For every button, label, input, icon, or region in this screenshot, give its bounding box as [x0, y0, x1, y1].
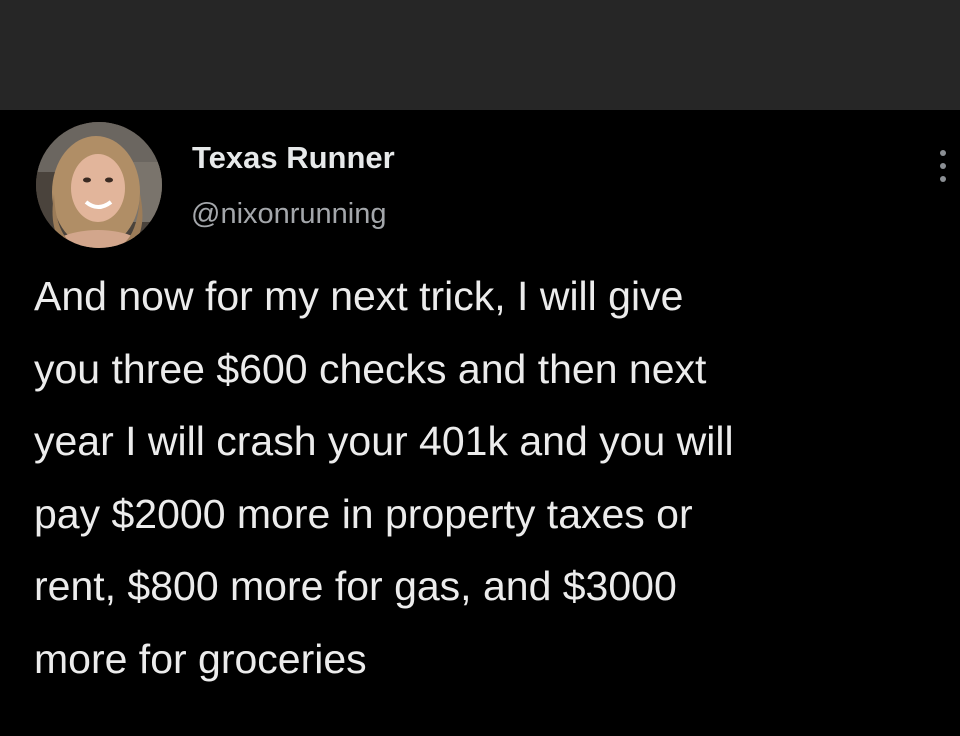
more-options-icon[interactable] [930, 146, 956, 186]
profile-photo-icon [36, 122, 162, 248]
more-dot [940, 163, 946, 169]
tweet-text-line: more for groceries [34, 635, 367, 682]
display-name[interactable]: Texas Runner [192, 140, 395, 176]
tweet-text-line: And now for my next trick, I will give [34, 273, 684, 319]
more-dot [940, 150, 946, 156]
tweet-text: And now for my next trick, I will give y… [34, 260, 960, 695]
user-handle[interactable]: @nixonrunning [191, 198, 387, 231]
tweet-text-line: you three $600 checks and then next [34, 345, 707, 392]
tweet-card: Texas Runner @nixonrunning And now for m… [0, 110, 960, 736]
avatar[interactable] [36, 122, 162, 248]
more-dot [940, 176, 946, 182]
tweet-text-line: year I will crash your 401k and you will [34, 418, 734, 464]
top-bar [0, 0, 960, 110]
tweet-text-line: rent, $800 more for gas, and $3000 [34, 563, 677, 609]
tweet-text-line: pay $2000 more in property taxes or [34, 490, 693, 537]
